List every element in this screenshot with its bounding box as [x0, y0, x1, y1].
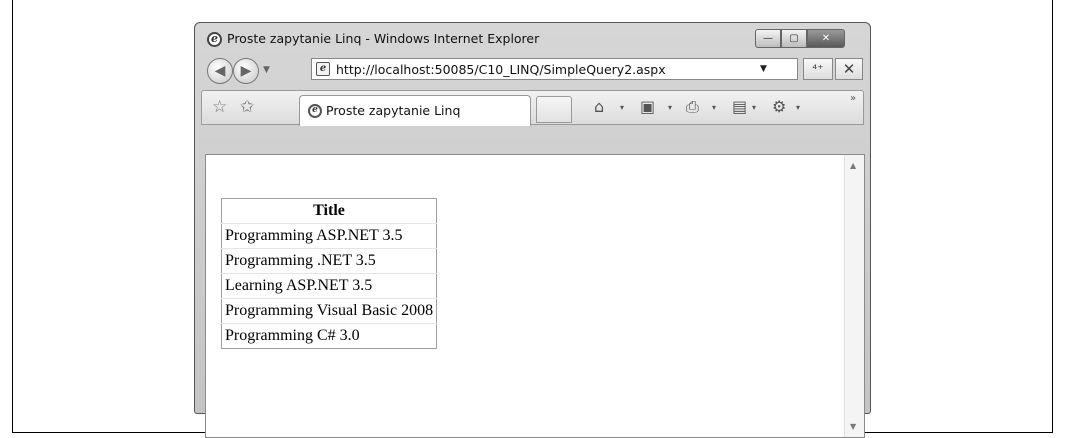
feeds-dropdown-icon[interactable]: ▾: [668, 103, 672, 112]
scroll-down-icon[interactable]: ▼: [850, 422, 856, 431]
page-dropdown-icon[interactable]: ▾: [752, 103, 756, 112]
grid-cell: Programming Visual Basic 2008: [221, 298, 437, 324]
grid-cell: Programming C# 3.0: [221, 323, 437, 349]
address-dropdown-icon[interactable]: ▼: [760, 64, 767, 74]
grid-cell: Learning ASP.NET 3.5: [221, 273, 437, 299]
address-url[interactable]: http://localhost:50085/C10_LINQ/SimpleQu…: [336, 62, 666, 77]
navigation-bar: ◀ ▶ ▼ e http://localhost:50085/C10_LINQ/…: [195, 53, 870, 87]
table-row: Programming C# 3.0: [221, 323, 437, 349]
print-icon[interactable]: ⎙: [686, 97, 699, 117]
ie-logo-icon: e: [207, 32, 222, 47]
favorites-icon[interactable]: ☆: [212, 97, 227, 117]
grid-header-title: Title: [313, 202, 345, 219]
page-menu-icon[interactable]: ▤: [732, 97, 747, 116]
window-controls: — ▢ ✕: [755, 29, 845, 48]
tab-proste-zapytanie-linq[interactable]: e Proste zapytanie Linq: [299, 95, 531, 126]
page-frame-right: [1052, 0, 1053, 433]
table-row: Programming Visual Basic 2008: [221, 298, 437, 324]
table-row: Programming ASP.NET 3.5: [221, 223, 437, 249]
table-row: Programming .NET 3.5: [221, 248, 437, 274]
tools-icon[interactable]: ⚙: [772, 97, 786, 116]
recent-pages-dropdown-icon[interactable]: ▼: [263, 65, 270, 75]
scroll-up-icon[interactable]: ▲: [850, 161, 856, 170]
feeds-icon[interactable]: ▣: [640, 97, 655, 116]
print-dropdown-icon[interactable]: ▾: [712, 103, 716, 112]
refresh-button[interactable]: ⁴⁺: [803, 58, 833, 80]
window-title: Proste zapytanie Linq - Windows Internet…: [227, 31, 540, 46]
tools-dropdown-icon[interactable]: ▾: [796, 103, 800, 112]
titles-grid: Title Programming ASP.NET 3.5 Programmin…: [221, 198, 438, 349]
home-dropdown-icon[interactable]: ▾: [620, 103, 624, 112]
tab-label: Proste zapytanie Linq: [326, 103, 461, 118]
maximize-button[interactable]: ▢: [781, 29, 807, 48]
add-favorites-icon[interactable]: ✩: [240, 97, 254, 117]
back-button[interactable]: ◀: [207, 58, 233, 84]
new-tab-button[interactable]: [536, 96, 572, 123]
tab-bar: ☆ ✩ e Proste zapytanie Linq ⌂ ▾ ▣ ▾ ⎙ ▾ …: [201, 90, 864, 126]
home-icon[interactable]: ⌂: [594, 97, 604, 116]
stop-button[interactable]: ✕: [835, 58, 863, 80]
page-frame-left: [12, 0, 13, 433]
vertical-scrollbar[interactable]: ▲ ▼: [844, 155, 864, 437]
browser-window: e Proste zapytanie Linq - Windows Intern…: [194, 22, 871, 438]
table-row: Learning ASP.NET 3.5: [221, 273, 437, 299]
more-commands-icon[interactable]: »: [850, 93, 856, 104]
address-bar[interactable]: e http://localhost:50085/C10_LINQ/Simple…: [311, 58, 798, 80]
page-icon: e: [316, 62, 330, 76]
grid-header-row: Title: [222, 199, 437, 224]
grid-cell: Programming .NET 3.5: [221, 248, 437, 274]
close-button[interactable]: ✕: [807, 29, 845, 48]
forward-button[interactable]: ▶: [233, 58, 259, 84]
page-content: Title Programming ASP.NET 3.5 Programmin…: [205, 154, 865, 438]
ie-tab-icon: e: [308, 104, 322, 118]
minimize-button[interactable]: —: [755, 29, 781, 48]
title-bar: e Proste zapytanie Linq - Windows Intern…: [195, 23, 870, 53]
grid-cell: Programming ASP.NET 3.5: [221, 223, 437, 249]
